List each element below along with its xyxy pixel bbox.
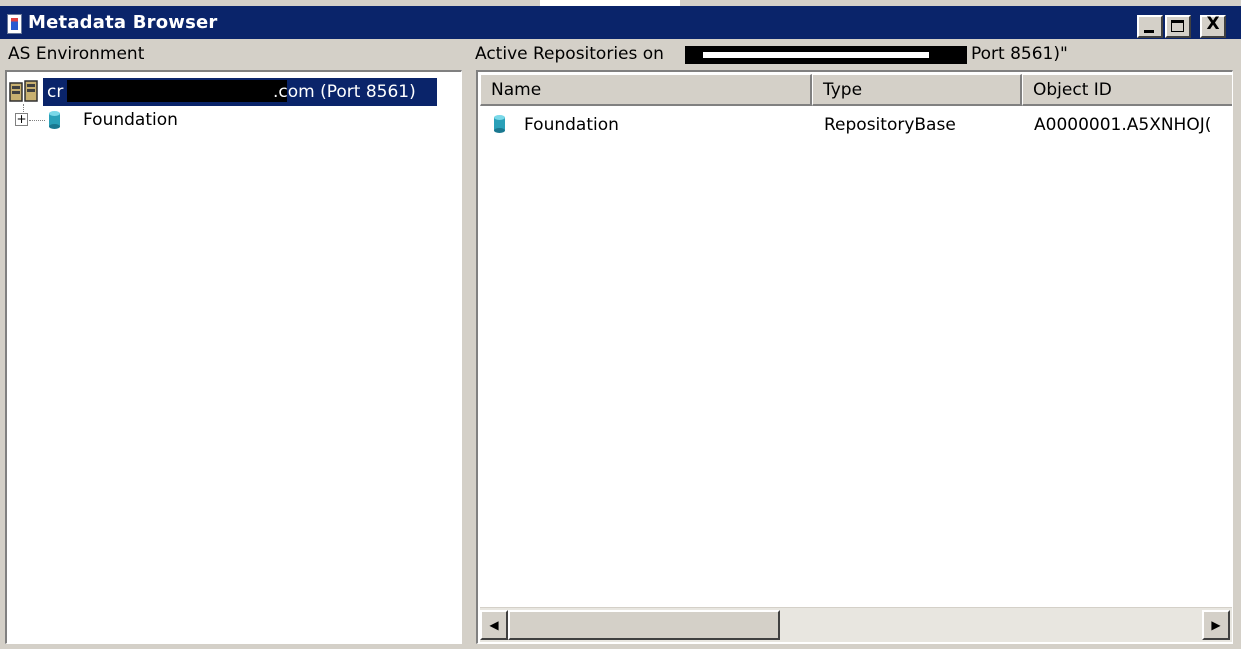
horizontal-scrollbar[interactable]: ◀ ▶ [480,607,1232,642]
minimize-button[interactable] [1137,15,1163,38]
tree-expand-button[interactable]: + [15,113,28,126]
redaction-bar [67,80,287,102]
repository-icon [49,111,60,129]
title-bar[interactable]: Metadata Browser X [0,6,1241,39]
maximize-icon [1171,20,1184,32]
cell-name: Foundation [524,115,619,135]
scroll-right-button[interactable]: ▶ [1202,610,1230,640]
server-icon [9,80,38,102]
root-label-prefix: cr [47,82,64,102]
column-header-object-id[interactable]: Object ID [1022,74,1232,106]
header-suffix: Port 8561)" [971,44,1068,64]
window-title: Metadata Browser [28,12,218,33]
scrollbar-thumb[interactable] [508,610,780,640]
column-header-name[interactable]: Name [480,74,812,106]
minimize-icon [1144,30,1154,33]
arrow-right-icon: ▶ [1211,618,1221,632]
arrow-left-icon: ◀ [489,618,499,632]
list-row[interactable]: Foundation RepositoryBase A0000001.A5XNH… [480,110,1230,140]
tree-connector-line [29,120,45,122]
cell-type: RepositoryBase [824,115,956,135]
repository-list[interactable]: Name Type Object ID Foundation Repositor… [476,70,1233,644]
tree-root-label[interactable]: cr .com (Port 8561) [43,78,437,106]
scroll-left-button[interactable]: ◀ [480,610,508,640]
repository-icon [494,115,505,133]
as-environment-header: AS Environment [8,44,145,64]
active-repositories-header: Active Repositories on Port 8561)" [475,43,1068,65]
app-icon [7,14,22,34]
environment-tree[interactable]: cr .com (Port 8561) + Foundation [5,70,462,644]
column-header-type[interactable]: Type [812,74,1022,106]
close-icon: X [1206,14,1220,34]
tree-item-foundation[interactable]: Foundation [83,108,178,132]
maximize-button[interactable] [1165,15,1191,38]
close-button[interactable]: X [1200,15,1226,38]
cell-object-id: A0000001.A5XNHOJ( [1034,115,1212,135]
root-label-suffix: .com (Port 8561) [273,82,416,102]
header-prefix: Active Repositories on [475,44,664,64]
redaction-inner [703,52,929,58]
metadata-browser-window: Metadata Browser X AS Environment cr .co… [0,0,1241,649]
